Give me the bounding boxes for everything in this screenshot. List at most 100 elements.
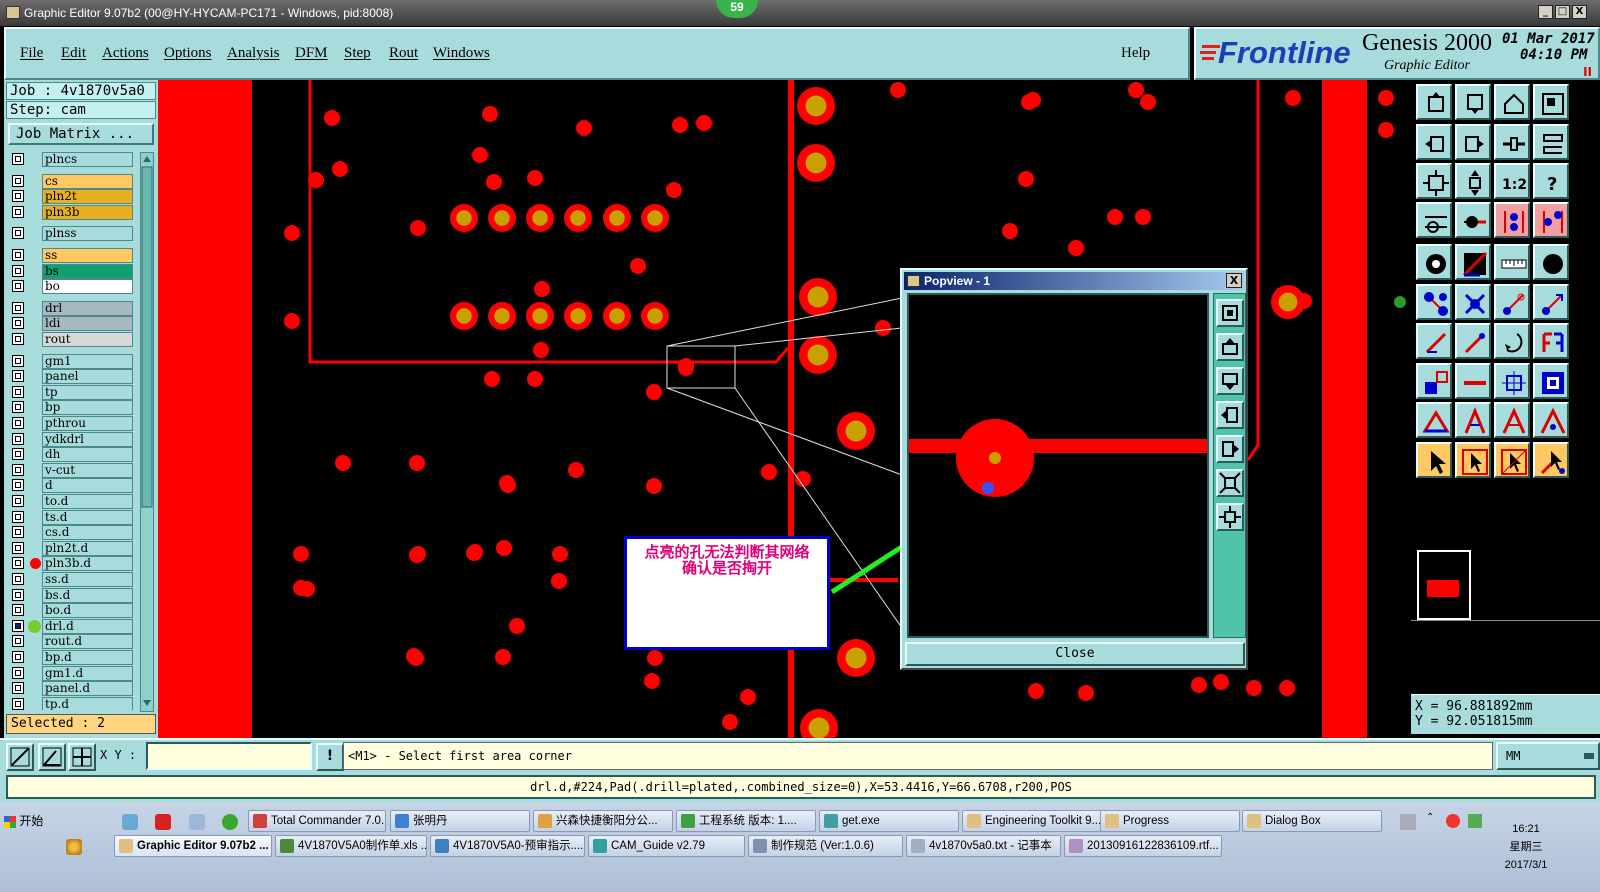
layer-row[interactable]: v-cut xyxy=(8,462,138,478)
via-pad[interactable] xyxy=(410,220,426,236)
mirror-icon[interactable] xyxy=(1533,323,1569,359)
pv-zoom-out-icon[interactable] xyxy=(1216,469,1244,497)
menu-analysis[interactable]: Analysis xyxy=(227,45,280,62)
layer-row[interactable]: tp.d xyxy=(8,696,138,710)
fit-icon[interactable] xyxy=(1416,163,1452,199)
quicklaunch-app-icon[interactable] xyxy=(66,839,82,855)
taskbar-button[interactable]: get.exe xyxy=(819,810,959,832)
layer-checkbox[interactable] xyxy=(12,588,24,601)
arc-icon[interactable] xyxy=(1494,402,1530,438)
via-pad[interactable] xyxy=(646,478,662,494)
net-highlight-icon[interactable] xyxy=(1533,202,1569,238)
layer-checkbox[interactable] xyxy=(12,666,24,679)
via-pad[interactable] xyxy=(1068,240,1084,256)
layer-checkbox[interactable] xyxy=(12,510,24,523)
layer-checkbox[interactable] xyxy=(12,432,24,445)
taskbar-button[interactable]: Progress xyxy=(1100,810,1240,832)
undo-icon[interactable] xyxy=(1494,323,1530,359)
layer-row[interactable]: panel xyxy=(8,369,138,385)
layer-checkbox[interactable] xyxy=(12,153,24,165)
via-pad[interactable] xyxy=(527,170,543,186)
layer-name[interactable]: rout.d xyxy=(42,634,133,650)
layer-row[interactable]: pln2t.d xyxy=(8,540,138,556)
layer-name[interactable]: ldi xyxy=(42,316,133,332)
via-pad[interactable] xyxy=(486,174,502,190)
layer-row[interactable]: pln2t xyxy=(8,189,138,205)
layer-row[interactable]: bp xyxy=(8,400,138,416)
layer-row[interactable]: ss.d xyxy=(8,572,138,587)
layer-row[interactable]: bp.d xyxy=(8,650,138,665)
layer-row[interactable]: cs xyxy=(8,173,138,189)
via-pad[interactable] xyxy=(484,371,500,387)
taskbar-button[interactable]: 20130916122836109.rtf... xyxy=(1064,835,1222,857)
via-pad[interactable] xyxy=(875,320,891,336)
layer-name[interactable]: ss xyxy=(42,248,133,263)
home-icon[interactable] xyxy=(1494,84,1530,120)
via-pad[interactable] xyxy=(324,110,340,126)
pv-pan-up-icon[interactable] xyxy=(1216,333,1244,361)
layer-row[interactable]: ts.d xyxy=(8,509,138,525)
via-pad[interactable] xyxy=(1279,680,1295,696)
via-pad[interactable] xyxy=(284,313,300,329)
start-button[interactable]: 开始 xyxy=(4,812,43,829)
layer-name[interactable]: cs xyxy=(42,173,133,189)
layer-row[interactable]: pln3b xyxy=(8,204,138,220)
layer-row[interactable]: bo xyxy=(8,279,138,295)
measure-icon[interactable] xyxy=(1533,124,1569,160)
minus-icon[interactable] xyxy=(1455,363,1491,399)
via-pad[interactable] xyxy=(722,714,738,730)
pv-zoom-fit-icon[interactable] xyxy=(1216,299,1244,327)
angle-icon[interactable] xyxy=(1455,402,1491,438)
layer-checkbox[interactable] xyxy=(12,557,24,570)
layer-row[interactable]: ldi xyxy=(8,316,138,332)
layer-checkbox[interactable] xyxy=(12,479,24,492)
connect-icon[interactable] xyxy=(1416,284,1452,320)
layer-checkbox[interactable] xyxy=(12,417,24,429)
layer-checkbox[interactable] xyxy=(12,301,24,314)
via-pad[interactable] xyxy=(499,475,515,491)
units-selector[interactable]: MM xyxy=(1496,742,1600,770)
via-pad[interactable] xyxy=(646,384,662,400)
resize-icon[interactable] xyxy=(1494,363,1530,399)
layer-row[interactable]: pthrou xyxy=(8,416,138,431)
layer-name[interactable]: plncs xyxy=(42,152,133,167)
mini-map[interactable] xyxy=(1417,550,1471,620)
via-pad[interactable] xyxy=(1378,90,1394,106)
pv-zoom-in-icon[interactable] xyxy=(1216,503,1244,531)
snap-angle-icon[interactable] xyxy=(38,743,66,771)
add-pad-icon[interactable] xyxy=(1416,363,1452,399)
close-button[interactable]: X xyxy=(1572,5,1587,19)
taskbar-button[interactable]: 4V1870V5A0-预审指示.... xyxy=(430,835,585,857)
layer-name[interactable]: d xyxy=(42,478,133,494)
via-pad[interactable] xyxy=(1135,209,1151,225)
via-pad[interactable] xyxy=(696,115,712,131)
layer-name[interactable]: dh xyxy=(42,447,133,463)
layer-row[interactable]: panel.d xyxy=(8,681,138,697)
quicklaunch-network-icon[interactable] xyxy=(122,814,138,830)
layer-name[interactable]: bp xyxy=(42,400,133,416)
via-pad[interactable] xyxy=(409,547,425,563)
menu-windows[interactable]: Windows xyxy=(433,45,490,62)
tray-network-icon[interactable] xyxy=(1468,814,1482,828)
layer-row[interactable]: cs.d xyxy=(8,525,138,541)
via-pad[interactable] xyxy=(795,471,811,487)
exclaim-button[interactable]: ! xyxy=(316,743,344,771)
pad-icon[interactable] xyxy=(1416,244,1452,280)
menu-rout[interactable]: Rout xyxy=(389,45,418,62)
net-select-icon[interactable] xyxy=(1494,202,1530,238)
scale-icon[interactable]: 1:2 xyxy=(1494,163,1530,199)
popview-zoom-view[interactable] xyxy=(907,293,1209,638)
layer-row[interactable]: pln3b.d xyxy=(8,556,138,572)
via-pad[interactable] xyxy=(534,281,550,297)
window-icon[interactable] xyxy=(1533,84,1569,120)
job-matrix-button[interactable]: Job Matrix ... xyxy=(8,123,154,145)
layer-row[interactable]: gm1 xyxy=(8,353,138,369)
display-icon[interactable] xyxy=(1455,244,1491,280)
popview-close-button[interactable]: Close xyxy=(905,642,1245,666)
triangle-icon[interactable] xyxy=(1416,402,1452,438)
via-pad[interactable] xyxy=(552,546,568,562)
zoom-left-icon[interactable] xyxy=(1416,124,1452,160)
via-pad[interactable] xyxy=(527,371,543,387)
taskbar-button[interactable]: Dialog Box xyxy=(1242,810,1382,832)
layer-name[interactable]: bp.d xyxy=(42,650,133,665)
